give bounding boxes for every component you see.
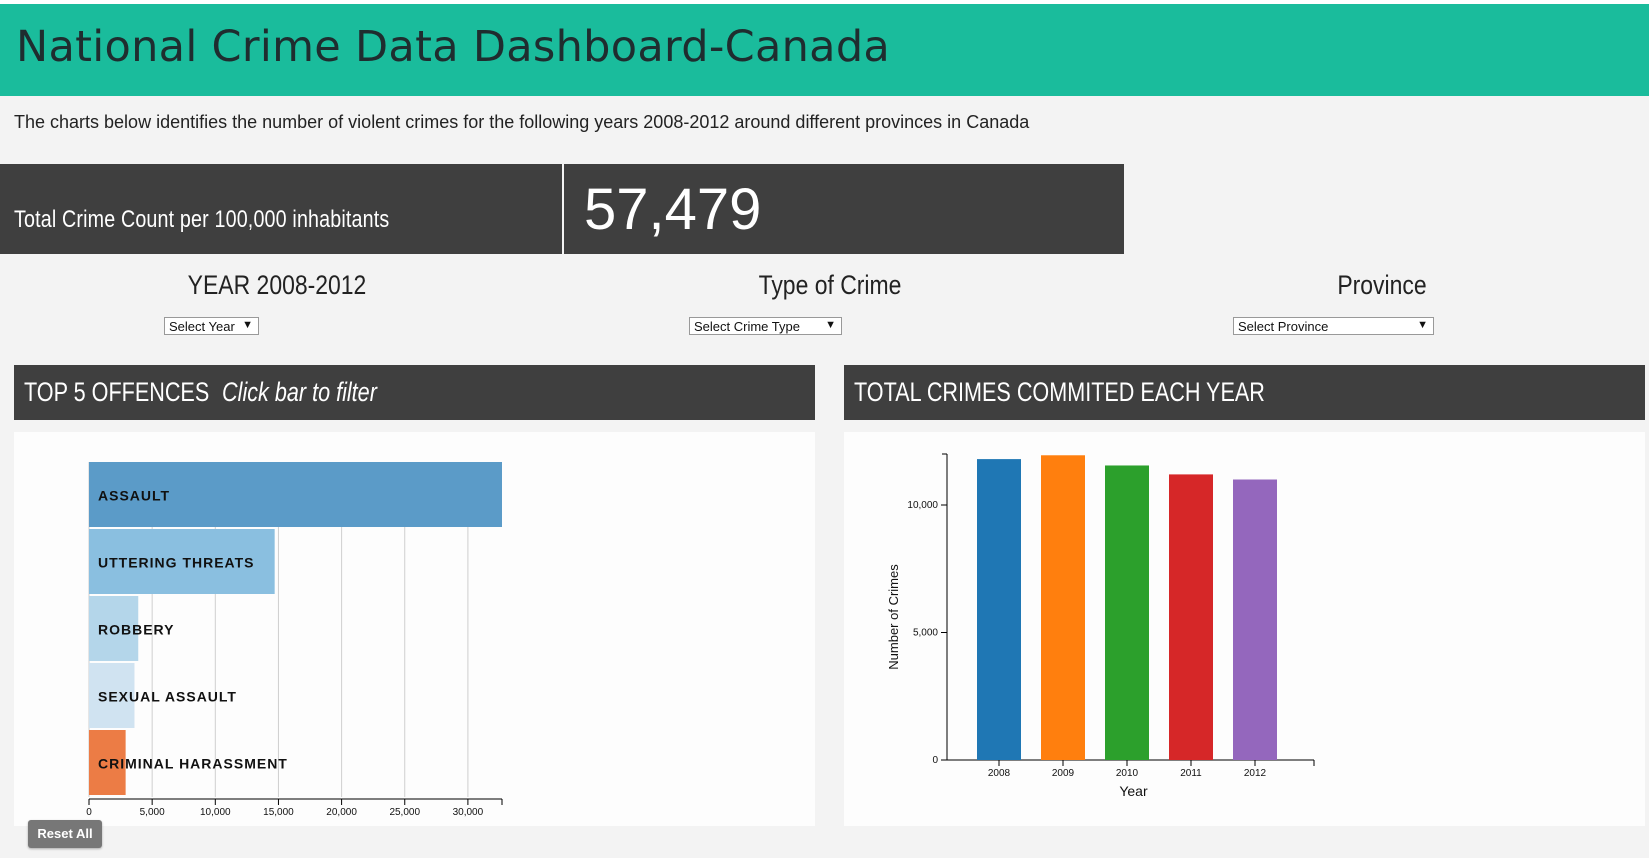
y-tick-label: 5,000 — [913, 628, 938, 639]
offence-label: CRIMINAL HARASSMENT — [98, 756, 288, 772]
province-filter-title: Province — [1337, 270, 1427, 300]
kpi-label: Total Crime Count per 100,000 inhabitant… — [14, 206, 390, 233]
x-tick-label: 2011 — [1180, 768, 1202, 779]
offences-title-text: TOP 5 OFFENCES — [24, 377, 210, 407]
crime-select-value: Select Crime Type — [694, 319, 800, 334]
offences-panel-header: TOP 5 OFFENCES Click bar to filter — [14, 365, 815, 420]
year-select-value: Select Year — [169, 319, 235, 334]
page-header: National Crime Data Dashboard-Canada — [0, 4, 1649, 96]
province-select[interactable]: Select Province ▼ — [1233, 317, 1434, 335]
offences-panel-title: TOP 5 OFFENCES Click bar to filter — [24, 377, 377, 408]
offences-bar-chart: ASSAULT UTTERING THREATS ROBBERY SEXUAL ASS… — [86, 462, 503, 818]
x-tick-label: 15,000 — [263, 807, 294, 818]
offences-chart-panel: ASSAULT UTTERING THREATS ROBBERY SEXUAL ASS… — [14, 432, 815, 826]
x-tick-label: 2010 — [1116, 768, 1139, 779]
yearly-panel-title: TOTAL CRIMES COMMITED EACH YEAR — [854, 377, 1265, 407]
x-tick-label: 2009 — [1052, 768, 1075, 779]
yearly-panel-header: TOTAL CRIMES COMMITED EACH YEAR — [844, 365, 1645, 420]
year-bar[interactable] — [1105, 465, 1149, 760]
x-tick-label: 30,000 — [453, 807, 484, 818]
year-select[interactable]: Select Year ▼ — [164, 317, 259, 335]
year-bar[interactable] — [1169, 474, 1213, 760]
kpi-label-box: Total Crime Count per 100,000 inhabitant… — [0, 164, 562, 254]
offence-label: SEXUAL ASSAULT — [98, 689, 237, 705]
offences-hint: Click bar to filter — [222, 377, 377, 407]
offence-label: ROBBERY — [98, 622, 175, 638]
x-tick-label: 0 — [86, 807, 92, 818]
page-title: National Crime Data Dashboard-Canada — [16, 22, 891, 72]
x-tick-label: 25,000 — [389, 807, 420, 818]
dropdown-arrow-icon: ▼ — [825, 319, 836, 331]
y-tick-label: 10,000 — [907, 500, 938, 511]
crime-filter-title: Type of Crime — [758, 270, 902, 300]
year-bar[interactable] — [1041, 455, 1085, 760]
dropdown-arrow-icon: ▼ — [242, 319, 253, 331]
dropdown-arrow-icon: ▼ — [1417, 319, 1428, 331]
reset-all-button[interactable]: Reset All — [28, 820, 102, 848]
offence-label: UTTERING THREATS — [98, 555, 255, 571]
province-select-value: Select Province — [1238, 319, 1329, 334]
y-axis-label: Number of Crimes — [886, 564, 901, 670]
x-tick-label: 5,000 — [140, 807, 165, 818]
crime-type-select[interactable]: Select Crime Type ▼ — [689, 317, 842, 335]
offence-label: ASSAULT — [98, 488, 170, 504]
y-tick-label: 0 — [932, 755, 938, 766]
intro-text: The charts below identifies the number o… — [14, 112, 1030, 132]
x-tick-label: 20,000 — [326, 807, 357, 818]
year-filter-title: YEAR 2008-2012 — [187, 270, 367, 300]
yearly-chart-panel: 0 5,000 10,000 2008 2009 2010 2011 2012 Year Numb… — [844, 432, 1645, 826]
x-tick-label: 10,000 — [200, 807, 231, 818]
kpi-value-box: 57,479 — [564, 164, 1124, 254]
x-tick-label: 2012 — [1244, 768, 1267, 779]
x-tick-label: 2008 — [988, 768, 1011, 779]
x-axis-label: Year — [1119, 783, 1148, 799]
year-bar[interactable] — [1233, 479, 1277, 761]
kpi-value: 57,479 — [584, 177, 762, 242]
yearly-bar-chart: 0 5,000 10,000 2008 2009 2010 2011 2012 Year Numb… — [886, 453, 1315, 799]
year-bar[interactable] — [977, 459, 1021, 760]
